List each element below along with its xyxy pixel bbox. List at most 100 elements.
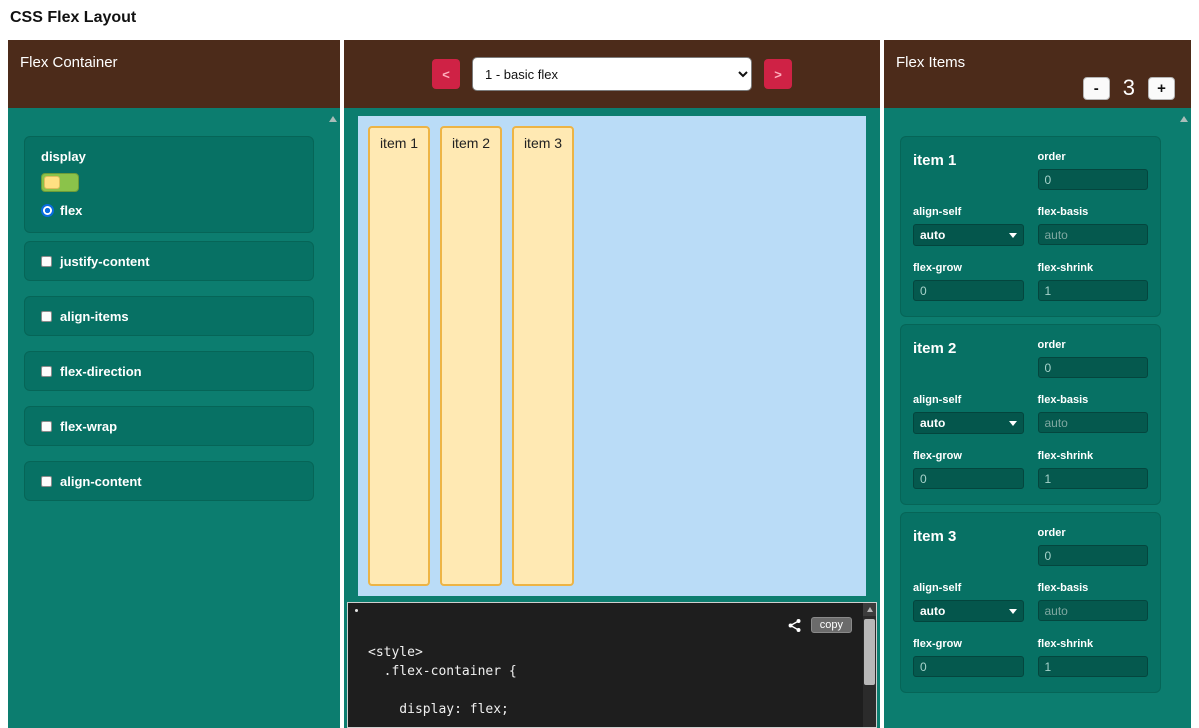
flex-grow-input[interactable] — [913, 656, 1024, 677]
order-input[interactable] — [1038, 357, 1149, 378]
flex-items-body: item 1 order align-self auto flex-basis — [884, 108, 1191, 693]
next-example-button[interactable]: > — [764, 59, 792, 89]
remove-item-button[interactable]: - — [1083, 77, 1110, 100]
flex-grow-field: flex-grow — [913, 637, 1024, 677]
option-flex-wrap: flex-wrap — [24, 406, 314, 446]
flex-grow-label: flex-grow — [913, 261, 1024, 275]
demo-item: item 3 — [512, 126, 574, 586]
align-self-select[interactable]: auto — [913, 600, 1024, 622]
prev-example-button[interactable]: < — [432, 59, 460, 89]
code-toolbar: copy — [787, 617, 852, 633]
flex-shrink-label: flex-shrink — [1038, 449, 1149, 463]
justify-content-checkbox[interactable] — [41, 256, 52, 267]
flex-basis-input[interactable] — [1038, 412, 1149, 433]
flex-items-title: Flex Items — [896, 54, 965, 71]
order-input[interactable] — [1038, 545, 1149, 566]
item-card: item 2 order align-self auto flex-basis — [900, 324, 1161, 505]
page-title: CSS Flex Layout — [0, 0, 1199, 40]
flex-basis-field: flex-basis — [1038, 393, 1149, 434]
align-self-select-wrap: auto — [913, 224, 1024, 246]
option-align-items: align-items — [24, 296, 314, 336]
flex-grow-field: flex-grow — [913, 449, 1024, 489]
flex-shrink-input[interactable] — [1038, 656, 1149, 677]
display-label: display — [41, 149, 297, 164]
scrollbar-thumb[interactable] — [864, 619, 875, 685]
flex-shrink-label: flex-shrink — [1038, 637, 1149, 651]
flex-basis-field: flex-basis — [1038, 205, 1149, 246]
copy-button[interactable]: copy — [811, 617, 852, 633]
item-card-title: item 3 — [913, 526, 1024, 566]
preview-panel: < 1 - basic flex > item 1 item 2 item 3 — [344, 40, 880, 728]
order-input[interactable] — [1038, 169, 1149, 190]
demo-item: item 2 — [440, 126, 502, 586]
flex-container-title: Flex Container — [20, 54, 118, 71]
up-arrow-icon[interactable] — [329, 116, 337, 122]
align-self-select-wrap: auto — [913, 600, 1024, 622]
align-self-select-wrap: auto — [913, 412, 1024, 434]
item-card-title: item 2 — [913, 338, 1024, 378]
align-self-field: align-self auto — [913, 393, 1024, 434]
radio-selected-icon[interactable] — [41, 204, 54, 217]
share-icon[interactable] — [787, 618, 802, 633]
align-self-label: align-self — [913, 393, 1024, 407]
align-self-label: align-self — [913, 205, 1024, 219]
flex-basis-input[interactable] — [1038, 224, 1149, 245]
flex-grow-input[interactable] — [913, 280, 1024, 301]
example-nav: < 1 - basic flex > — [344, 40, 880, 108]
left-panel-scrollbar[interactable] — [328, 114, 337, 725]
align-self-select[interactable]: auto — [913, 412, 1024, 434]
flex-radio-label: flex — [60, 203, 82, 218]
code-line: display: flex; — [368, 700, 517, 719]
item-count: 3 — [1123, 75, 1135, 101]
flex-preview-area: item 1 item 2 item 3 — [358, 116, 866, 596]
flex-direction-checkbox[interactable] — [41, 366, 52, 377]
code-scrollbar[interactable] — [863, 603, 876, 727]
flex-basis-input[interactable] — [1038, 600, 1149, 621]
flex-basis-label: flex-basis — [1038, 581, 1149, 595]
code-panel-bullet — [355, 609, 358, 612]
flex-grow-field: flex-grow — [913, 261, 1024, 301]
align-content-checkbox[interactable] — [41, 476, 52, 487]
item-card-title: item 1 — [913, 150, 1024, 190]
scroll-up-button[interactable] — [863, 603, 876, 616]
display-section: display flex — [24, 136, 314, 233]
code-block: <style> .flex-container { display: flex; — [368, 643, 517, 719]
add-item-button[interactable]: + — [1148, 77, 1175, 100]
flex-shrink-field: flex-shrink — [1038, 637, 1149, 677]
option-label: align-items — [60, 309, 129, 324]
right-panel-scrollbar[interactable] — [1179, 114, 1188, 725]
toggle-knob-icon — [44, 176, 60, 189]
flex-shrink-field: flex-shrink — [1038, 261, 1149, 301]
order-label: order — [1038, 338, 1149, 352]
flex-radio-row[interactable]: flex — [41, 203, 297, 218]
flex-grow-label: flex-grow — [913, 449, 1024, 463]
option-flex-direction: flex-direction — [24, 351, 314, 391]
flex-grow-input[interactable] — [913, 468, 1024, 489]
align-self-select[interactable]: auto — [913, 224, 1024, 246]
example-select[interactable]: 1 - basic flex — [472, 57, 752, 91]
up-arrow-icon — [867, 607, 873, 612]
up-arrow-icon[interactable] — [1180, 116, 1188, 122]
align-self-field: align-self auto — [913, 205, 1024, 246]
flex-items-panel-header: Flex Items - 3 + — [884, 40, 1191, 108]
flex-shrink-input[interactable] — [1038, 468, 1149, 489]
flex-shrink-input[interactable] — [1038, 280, 1149, 301]
display-toggle[interactable] — [41, 173, 79, 192]
flex-basis-field: flex-basis — [1038, 581, 1149, 622]
option-label: flex-direction — [60, 364, 142, 379]
item-card: item 3 order align-self auto flex-basis — [900, 512, 1161, 693]
code-line — [368, 681, 517, 700]
flex-shrink-label: flex-shrink — [1038, 261, 1149, 275]
flex-wrap-checkbox[interactable] — [41, 421, 52, 432]
align-self-field: align-self auto — [913, 581, 1024, 622]
option-label: justify-content — [60, 254, 150, 269]
flex-container-panel-header: Flex Container — [8, 40, 340, 108]
flex-basis-label: flex-basis — [1038, 205, 1149, 219]
order-field: order — [1038, 338, 1149, 378]
order-label: order — [1038, 150, 1149, 164]
order-field: order — [1038, 526, 1149, 566]
item-card: item 1 order align-self auto flex-basis — [900, 136, 1161, 317]
item-count-controls: - 3 + — [1083, 75, 1175, 101]
code-line: <style> — [368, 643, 517, 662]
align-items-checkbox[interactable] — [41, 311, 52, 322]
